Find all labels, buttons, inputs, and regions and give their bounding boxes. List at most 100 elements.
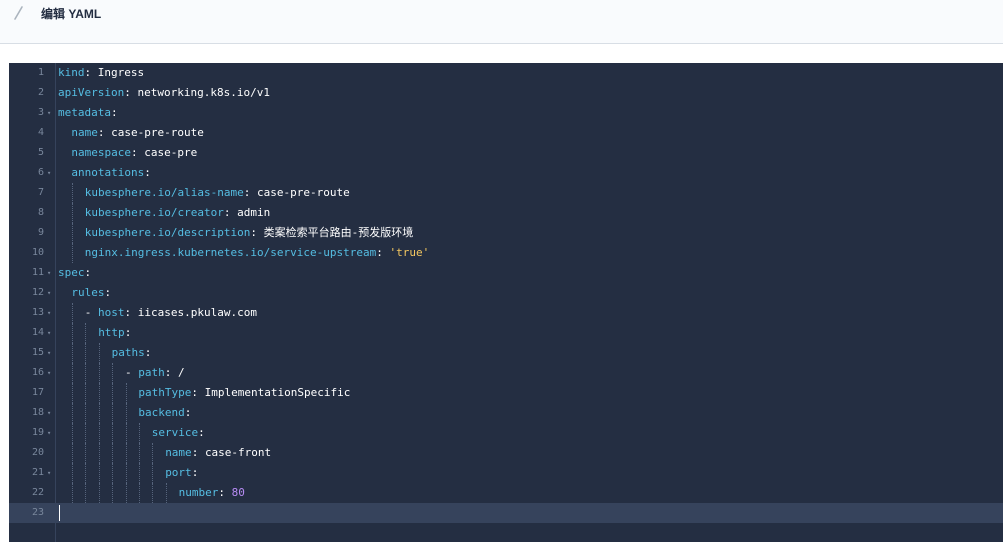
yaml-key: namespace (71, 146, 131, 159)
line-number: 4 (37, 127, 44, 138)
code-text: namespace: case-pre (71, 146, 198, 159)
code-line[interactable]: 2 apiVersion: networking.k8s.io/v1 (9, 83, 1003, 103)
line-number: 6 (37, 167, 44, 178)
line-number: 12 (31, 287, 44, 298)
line-number: 11 (31, 267, 44, 278)
fold-arrow-icon[interactable]: ▾ (47, 403, 51, 423)
line-number: 9 (37, 227, 44, 238)
indent-guide (98, 383, 100, 403)
indent-guide (138, 443, 140, 463)
indent-guide (112, 483, 114, 503)
yaml-value: case-pre-route (111, 126, 204, 139)
indent-guide (98, 443, 100, 463)
yaml-key: kind (58, 66, 85, 79)
yaml-key: nginx.ingress.kubernetes.io/service-upst… (84, 246, 377, 259)
code-text: port: (165, 466, 199, 479)
indent-guide (98, 403, 100, 423)
code-line[interactable]: 4 name: case-pre-route (9, 123, 1003, 143)
indent-guide (112, 463, 114, 483)
yaml-value: networking.k8s.io/v1 (137, 86, 270, 99)
yaml-value: case-pre (144, 146, 198, 159)
yaml-key: metadata (58, 106, 111, 119)
code-line[interactable]: 23 (9, 503, 1003, 523)
yaml-key: service (151, 426, 199, 439)
yaml-value: 'true' (389, 246, 430, 259)
code-line[interactable]: 1 kind: Ingress (9, 63, 1003, 83)
indent-guide (85, 383, 87, 403)
line-number: 1 (37, 67, 44, 78)
code-line[interactable]: 17 pathType: ImplementationSpecific (9, 383, 1003, 403)
indent-guide (71, 303, 73, 323)
indent-guide (152, 463, 154, 483)
code-text: name: case-front (165, 446, 272, 459)
fold-arrow-icon[interactable]: ▾ (47, 103, 51, 123)
indent-guide (71, 183, 73, 203)
fold-arrow-icon[interactable]: ▾ (47, 303, 51, 323)
line-number: 8 (37, 207, 44, 218)
fold-arrow-icon[interactable]: ▾ (47, 323, 51, 343)
code-line[interactable]: 3 ▾ metadata: (9, 103, 1003, 123)
code-line[interactable]: 16 ▾ - path: / (9, 363, 1003, 383)
code-line[interactable]: 8 kubesphere.io/creator: admin (9, 203, 1003, 223)
code-text: service: (151, 426, 205, 439)
fold-arrow-icon[interactable]: ▾ (47, 163, 51, 183)
indent-guide (71, 243, 73, 263)
indent-guide (138, 463, 140, 483)
code-line[interactable]: 10 nginx.ingress.kubernetes.io/service-up… (9, 243, 1003, 263)
indent-guide (165, 483, 167, 503)
code-line[interactable]: 19 ▾ service: (9, 423, 1003, 443)
code-line[interactable]: 9 kubesphere.io/description: 类案检索平台路由-预发版… (9, 223, 1003, 243)
yaml-key: port (165, 466, 192, 479)
code-line[interactable]: 21 ▾ port: (9, 463, 1003, 483)
code-line[interactable]: 13 ▾ - host: iicases.pkulaw.com (9, 303, 1003, 323)
code-text: pathType: ImplementationSpecific (138, 386, 351, 399)
yaml-key: rules (71, 286, 105, 299)
yaml-value: case-pre-route (257, 186, 350, 199)
code-line[interactable]: 5 namespace: case-pre (9, 143, 1003, 163)
indent-guide (112, 443, 114, 463)
line-number: 14 (31, 327, 44, 338)
indent-guide (85, 343, 87, 363)
indent-guide (112, 423, 114, 443)
code-text: - host: iicases.pkulaw.com (84, 306, 258, 319)
yaml-key: name (71, 126, 98, 139)
indent-guide (85, 323, 87, 343)
line-number: 15 (31, 347, 44, 358)
fold-arrow-icon[interactable]: ▾ (47, 283, 51, 303)
line-number: 10 (31, 247, 44, 258)
fold-arrow-icon[interactable]: ▾ (47, 363, 51, 383)
indent-guide (71, 423, 73, 443)
yaml-value: 类案检索平台路由-预发版环境 (263, 226, 414, 239)
indent-guide (71, 383, 73, 403)
indent-guide (85, 483, 87, 503)
code-line[interactable]: 7 kubesphere.io/alias-name: case-pre-rout… (9, 183, 1003, 203)
yaml-key: backend (138, 406, 185, 419)
yaml-key: spec (58, 266, 85, 279)
code-line[interactable]: 14 ▾ http: (9, 323, 1003, 343)
indent-guide (71, 343, 73, 363)
yaml-key: http (98, 326, 125, 339)
code-lines[interactable]: 1 kind: Ingress 2 apiVersion: networking.k8… (9, 63, 1003, 523)
code-line[interactable]: 12 ▾ rules: (9, 283, 1003, 303)
fold-arrow-icon[interactable]: ▾ (47, 263, 51, 283)
code-text: backend: (138, 406, 192, 419)
indent-guide (98, 343, 100, 363)
fold-arrow-icon[interactable]: ▾ (47, 343, 51, 363)
code-line[interactable]: 15 ▾ paths: (9, 343, 1003, 363)
code-line[interactable]: 20 name: case-front (9, 443, 1003, 463)
indent-guide (85, 463, 87, 483)
fold-arrow-icon[interactable]: ▾ (47, 423, 51, 443)
indent-guide (71, 363, 73, 383)
code-line[interactable]: 18 ▾ backend: (9, 403, 1003, 423)
indent-guide (152, 443, 154, 463)
fold-arrow-icon[interactable]: ▾ (47, 463, 51, 483)
yaml-key: kubesphere.io/alias-name (84, 186, 244, 199)
code-line[interactable]: 11 ▾ spec: (9, 263, 1003, 283)
line-number: 22 (31, 487, 44, 498)
code-text: paths: (111, 346, 152, 359)
yaml-editor[interactable]: 1 kind: Ingress 2 apiVersion: networking.k8… (9, 63, 1003, 542)
code-line[interactable]: 6 ▾ annotations: (9, 163, 1003, 183)
indent-guide (71, 463, 73, 483)
code-line[interactable]: 22 number: 80 (9, 483, 1003, 503)
yaml-value: / (178, 366, 185, 379)
